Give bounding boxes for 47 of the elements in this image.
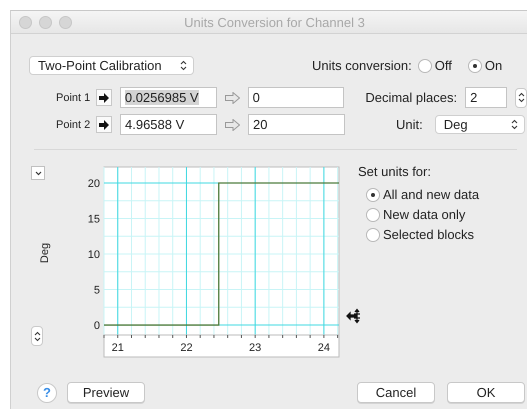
scale-stepper[interactable] [31,326,43,346]
ok-button[interactable]: OK [447,382,525,403]
radio-option[interactable]: All and new data [366,187,480,202]
window-title: Units Conversion for Channel 3 [183,14,366,30]
y-tick-label: 15 [88,214,100,226]
chevron-down-icon [34,170,42,176]
x-tick-label: 22 [180,342,193,354]
y-tick-label: 10 [88,249,100,262]
radio-option[interactable]: New data only [366,207,466,222]
cancel-button[interactable]: Cancel [357,382,435,403]
radio-option[interactable]: On [468,58,502,73]
y-tick-label: 5 [94,284,100,297]
chevron-updown-icon [510,119,518,130]
y-axis-label: Deg [39,242,52,264]
y-tick-label: 0 [94,320,100,332]
arrow-right-icon [225,118,240,130]
decimal-places-label: Decimal places: [365,90,458,105]
preview-button[interactable]: Preview [67,382,145,403]
x-tick-label: 24 [318,342,330,354]
stepper[interactable] [515,88,527,108]
chevron-updown-icon [518,92,524,103]
capture-button[interactable] [96,116,112,133]
radio-option[interactable]: Selected blocks [366,227,474,242]
converted-value-field[interactable]: 20 [248,114,345,135]
converted-value-field[interactable]: 0 [248,87,344,108]
capture-button[interactable] [96,89,112,106]
resize-cursor-icon [346,308,362,324]
raw-value-field[interactable]: 4.96588 V [120,114,217,135]
set-units-label: Set units for: [358,164,431,179]
unit-label: Unit: [396,117,423,132]
arrow-right-icon [99,120,109,130]
chevron-updown-icon [180,60,187,71]
unit-select[interactable]: Deg [434,115,525,134]
method-select[interactable]: Two-Point Calibration [29,56,194,75]
radio-option[interactable]: Off [418,58,452,73]
x-tick-label: 23 [249,342,262,354]
raw-value-field[interactable]: 0.0256985 V [120,87,217,108]
y-tick-label: 20 [88,178,100,190]
arrow-right-icon [224,92,240,104]
collapse-button[interactable] [31,166,45,180]
point-label: Point 2 [56,118,92,130]
arrow-right-icon [98,92,109,102]
units-conversion-label: Units conversion: [312,58,412,73]
decimal-places-field[interactable]: 2 [465,87,508,108]
chevron-updown-icon [34,330,40,342]
point-label: Point 1 [56,92,92,104]
x-tick-label: 21 [112,342,124,354]
